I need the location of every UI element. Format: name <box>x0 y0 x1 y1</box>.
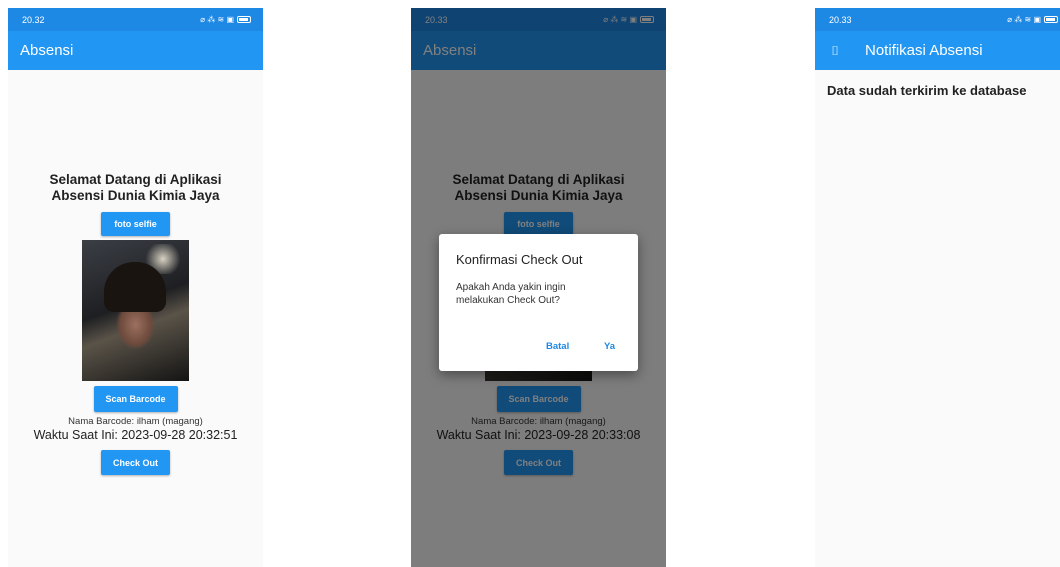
app-bar: Absensi <box>8 31 263 70</box>
battery-icon <box>1044 16 1058 23</box>
foto-selfie-button[interactable]: foto selfie <box>101 212 170 236</box>
back-icon[interactable]: ⌷ <box>827 43 843 59</box>
app-bar: ⌷ Notifikasi Absensi <box>815 31 1060 70</box>
dialog-message: Apakah Anda yakin ingin melakukan Check … <box>456 282 566 306</box>
status-icons: ⌀ ⁂ ≋ ▣ <box>200 15 251 24</box>
battery-icon <box>237 16 251 23</box>
app-title: Absensi <box>20 42 74 59</box>
phone-screen-notifikasi: 20.33 ⌀ ⁂ ≋ ▣ ⌷ Notifikasi Absensi Data … <box>815 8 1060 567</box>
barcode-name-text: Nama Barcode: ilham (magang) <box>68 416 203 427</box>
check-out-button[interactable]: Check Out <box>101 450 170 475</box>
status-time: 20.33 <box>829 14 852 25</box>
main-content: Selamat Datang di Aplikasi Absensi Dunia… <box>8 70 263 567</box>
confirm-button[interactable]: Ya <box>604 341 615 352</box>
status-time: 20.32 <box>22 14 45 25</box>
notification-message: Data sudah terkirim ke database <box>827 83 1027 98</box>
status-icons: ⌀ ⁂ ≋ ▣ <box>1007 15 1058 24</box>
cancel-button[interactable]: Batal <box>546 341 569 352</box>
welcome-heading: Selamat Datang di Aplikasi Absensi Dunia… <box>49 172 222 203</box>
selfie-photo <box>82 240 189 381</box>
confirm-checkout-dialog: Konfirmasi Check Out Apakah Anda yakin i… <box>439 234 638 371</box>
status-bar: 20.32 ⌀ ⁂ ≋ ▣ <box>8 8 263 31</box>
status-bar: 20.33 ⌀ ⁂ ≋ ▣ <box>815 8 1060 31</box>
current-time-text: Waktu Saat Ini: 2023-09-28 20:32:51 <box>33 428 238 442</box>
dialog-title: Konfirmasi Check Out <box>456 252 583 267</box>
phone-screen-confirm-dialog: 20.33 ⌀ ⁂ ≋ ▣ Absensi Selamat Datang di … <box>411 8 666 567</box>
scan-barcode-button[interactable]: Scan Barcode <box>93 386 178 412</box>
phone-screen-absensi: 20.32 ⌀ ⁂ ≋ ▣ Absensi Selamat Datang di … <box>8 8 263 567</box>
app-title: Notifikasi Absensi <box>865 42 983 59</box>
